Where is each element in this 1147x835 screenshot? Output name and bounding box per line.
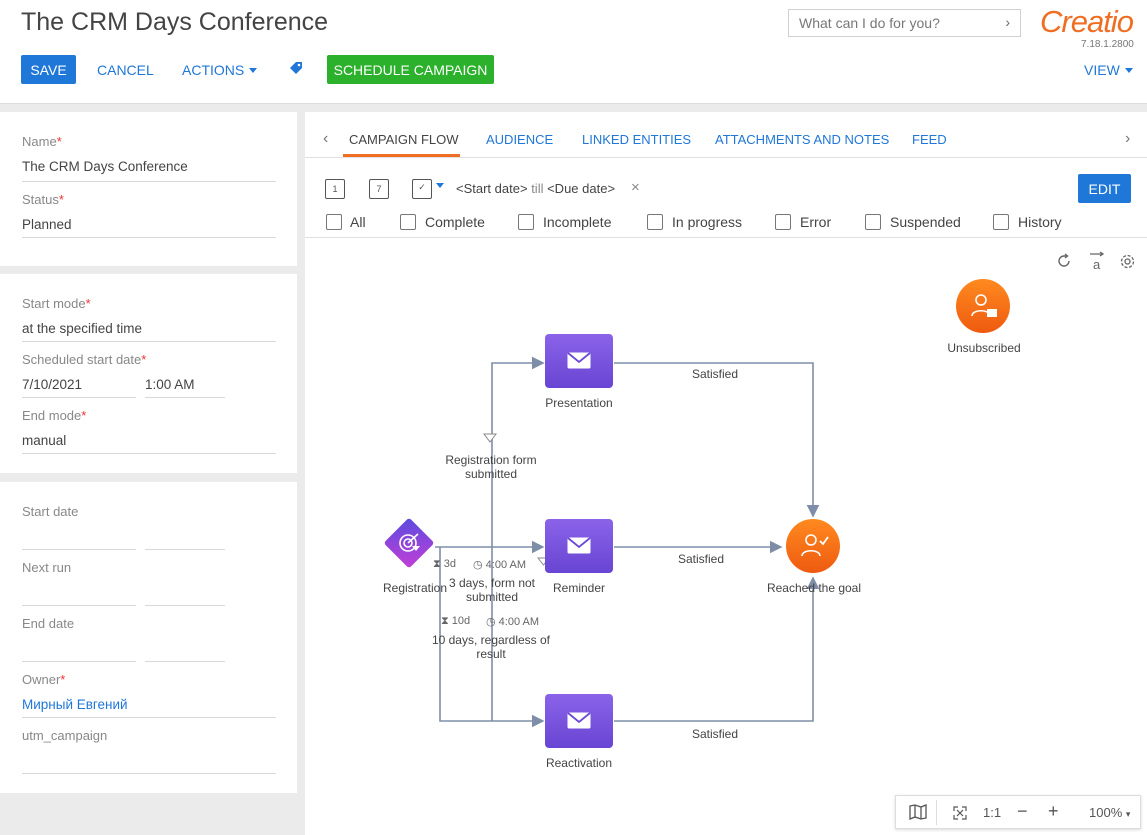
utm-campaign-field[interactable]	[22, 773, 276, 774]
timer-time: ◷ 4:00 AM	[473, 559, 527, 571]
main-panel: ‹ CAMPAIGN FLOW AUDIENCE LINKED ENTITIES…	[305, 112, 1147, 835]
reactivation-label: Reactivation	[545, 756, 613, 770]
tag-icon[interactable]	[289, 61, 304, 81]
actions-button[interactable]: ACTIONS	[182, 55, 258, 84]
status-label: Status*	[22, 192, 64, 207]
divider	[22, 453, 276, 454]
timer-condition-3-days: 3 days, form not submitted	[448, 576, 536, 604]
owner-field[interactable]: Мирный Евгений	[22, 697, 128, 712]
schedule-campaign-button[interactable]: SCHEDULE CAMPAIGN	[327, 55, 494, 84]
map-icon[interactable]	[909, 804, 927, 823]
divider	[22, 181, 276, 182]
general-info-card: Name* The CRM Days Conference Status* Pl…	[0, 112, 297, 266]
satisfied-label: Satisfied	[691, 367, 739, 381]
fit-screen-icon[interactable]	[953, 806, 967, 823]
scheduled-date-field[interactable]: 7/10/2021	[22, 377, 82, 392]
run-info-card: Start date Next run End date Owner* Мирн…	[0, 482, 297, 793]
satisfied-label: Satisfied	[691, 727, 739, 741]
page-header: The CRM Days Conference SAVE CANCEL ACTI…	[0, 0, 1147, 104]
satisfied-label: Satisfied	[677, 552, 725, 566]
reached-goal-node[interactable]	[786, 519, 840, 573]
view-label: VIEW	[1084, 61, 1120, 78]
reactivation-email-node[interactable]	[545, 694, 613, 748]
next-run-date-field[interactable]	[22, 605, 136, 606]
search-placeholder: What can I do for you?	[799, 15, 940, 31]
timer-time: ◷ 4:00 AM	[486, 616, 540, 628]
zoom-in-button[interactable]: +	[1048, 801, 1059, 822]
presentation-email-node[interactable]	[545, 334, 613, 388]
presentation-label: Presentation	[545, 396, 613, 410]
reminder-email-node[interactable]	[545, 519, 613, 573]
zoom-toolbar: 1:1 − + 100% ▾	[895, 795, 1141, 829]
scheduled-start-label: Scheduled start date*	[22, 352, 147, 367]
schedule-card: Start mode* at the specified time Schedu…	[0, 274, 297, 473]
end-mode-label: End mode*	[22, 408, 87, 423]
actual-size-button[interactable]: 1:1	[983, 805, 1001, 820]
end-date-field[interactable]	[22, 661, 136, 662]
next-run-time-field[interactable]	[145, 605, 225, 606]
command-search-input[interactable]: What can I do for you? ›	[788, 9, 1021, 37]
chevron-down-icon	[1124, 68, 1133, 73]
unsubscribed-node[interactable]	[956, 279, 1010, 333]
start-time-field[interactable]	[145, 549, 225, 550]
divider	[22, 397, 136, 398]
person-check-icon	[801, 534, 829, 557]
cancel-button[interactable]: CANCEL	[97, 55, 154, 84]
name-field[interactable]: The CRM Days Conference	[22, 159, 188, 174]
timer-condition-10-days: 10 days, regardless of result	[431, 633, 551, 661]
owner-label: Owner*	[22, 672, 66, 687]
start-date-field[interactable]	[22, 549, 136, 550]
utm-campaign-label: utm_campaign	[22, 728, 108, 743]
reached-goal-label: Reached the goal	[766, 581, 862, 595]
timer-duration: ⧗ 10d	[441, 615, 471, 627]
status-field[interactable]: Planned	[22, 217, 72, 232]
zoom-level-select[interactable]: 100% ▾	[1089, 805, 1130, 820]
end-time-field[interactable]	[145, 661, 225, 662]
view-button[interactable]: VIEW	[1084, 55, 1133, 84]
page-title: The CRM Days Conference	[21, 8, 329, 36]
creatio-logo: Creatio	[1040, 4, 1134, 39]
mail-icon	[567, 352, 591, 369]
start-date-label: Start date	[22, 504, 79, 519]
chevron-down-icon	[249, 68, 258, 73]
divider	[145, 397, 225, 398]
timer-duration: ⧗ 3d	[433, 558, 457, 570]
version-label: 7.18.1.2800	[1081, 39, 1134, 50]
mail-icon	[567, 712, 591, 729]
end-mode-field[interactable]: manual	[22, 433, 66, 448]
person-unsubscribe-icon	[971, 294, 997, 317]
actions-label: ACTIONS	[182, 61, 245, 78]
chevron-right-icon: ›	[1005, 14, 1010, 30]
scheduled-time-field[interactable]: 1:00 AM	[145, 377, 195, 392]
save-button[interactable]: SAVE	[21, 55, 76, 84]
divider	[22, 341, 276, 342]
start-mode-label: Start mode*	[22, 296, 91, 311]
mail-icon	[567, 537, 591, 554]
target-icon	[399, 533, 420, 552]
unsubscribed-label: Unsubscribed	[947, 341, 1021, 355]
registration-form-condition: Registration form submitted	[445, 453, 537, 481]
divider	[22, 717, 276, 718]
name-label: Name*	[22, 134, 62, 149]
start-mode-field[interactable]: at the specified time	[22, 321, 142, 336]
next-run-label: Next run	[22, 560, 72, 575]
end-date-label: End date	[22, 616, 75, 631]
divider	[22, 237, 276, 238]
zoom-out-button[interactable]: −	[1017, 801, 1028, 822]
